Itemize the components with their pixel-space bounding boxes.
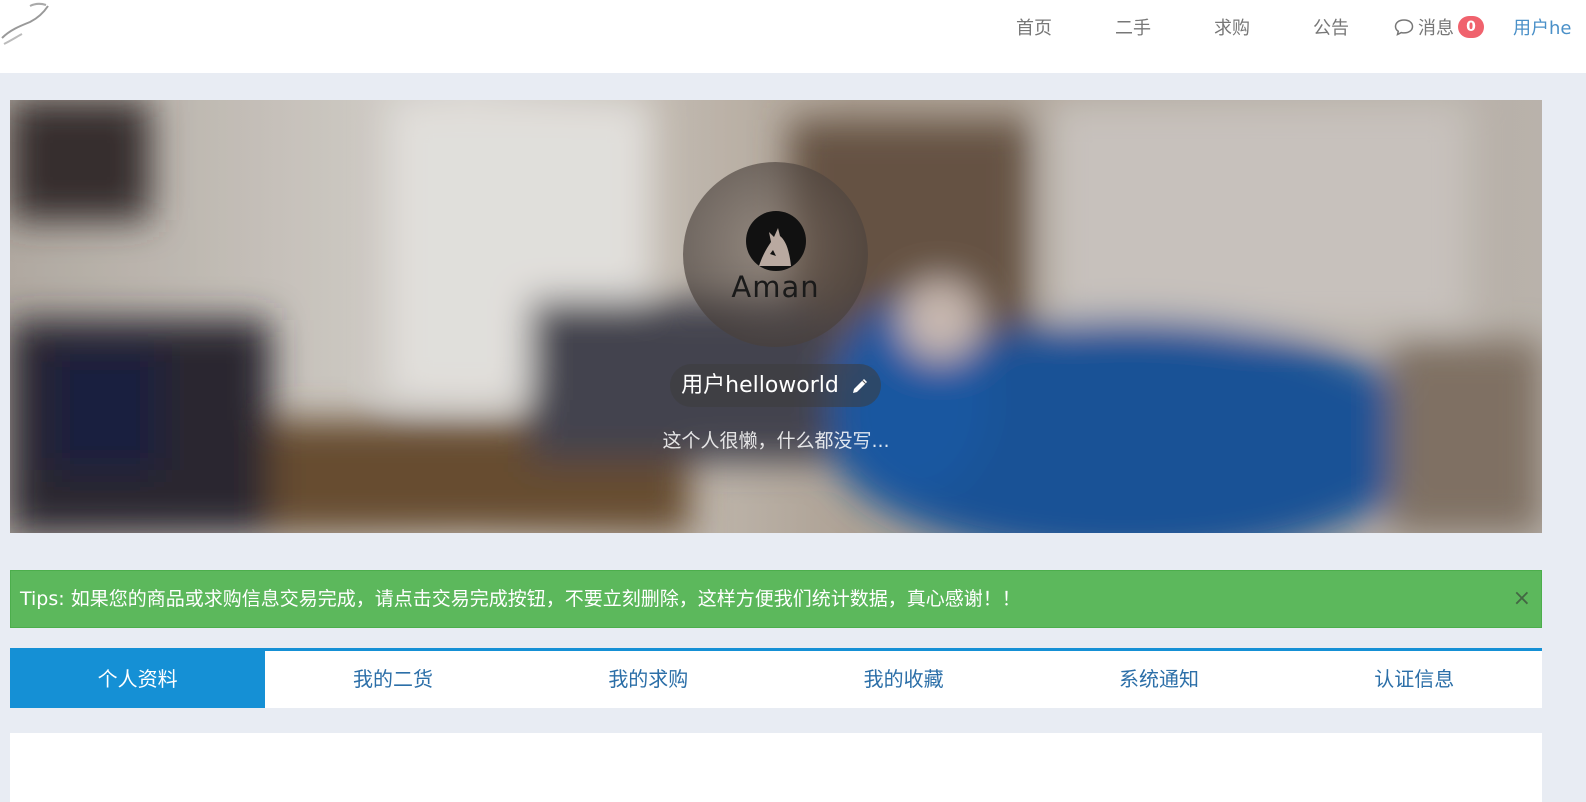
tab-system-notices[interactable]: 系统通知	[1031, 651, 1286, 708]
profile-tabs: 个人资料 我的二货 我的求购 我的收藏 系统通知 认证信息	[10, 648, 1542, 708]
user-avatar[interactable]: Aman	[683, 162, 868, 347]
nav-messages-label: 消息	[1418, 18, 1454, 39]
message-count-badge: 0	[1458, 16, 1484, 38]
edit-pencil-icon[interactable]	[850, 376, 870, 396]
user-bio: 这个人很懒，什么都没写...	[662, 430, 890, 452]
nav-user[interactable]: 用户he	[1513, 14, 1571, 40]
tab-content-panel	[10, 733, 1542, 802]
username-pill[interactable]: 用户helloworld	[670, 364, 881, 407]
tab-my-items[interactable]: 我的二货	[265, 651, 520, 708]
username: 用户helloworld	[681, 373, 839, 398]
nav-wanted[interactable]: 求购	[1214, 14, 1250, 40]
tab-my-favorites[interactable]: 我的收藏	[776, 651, 1031, 708]
wolf-logo-icon	[746, 211, 806, 271]
chat-bubble-icon	[1394, 19, 1414, 36]
avatar-brand-text: Aman	[731, 270, 820, 304]
tab-my-wanted[interactable]: 我的求购	[521, 651, 776, 708]
close-icon[interactable]: ×	[1513, 571, 1531, 627]
nav-secondhand[interactable]: 二手	[1115, 14, 1151, 40]
tips-alert: Tips: 如果您的商品或求购信息交易完成，请点击交易完成按钮，不要立刻删除，这…	[10, 570, 1542, 628]
top-navbar: 首页 二手 求购 公告 消息 0 用户he	[0, 0, 1586, 73]
tab-profile[interactable]: 个人资料	[10, 651, 266, 708]
nav-home[interactable]: 首页	[1016, 14, 1052, 40]
nav-notice[interactable]: 公告	[1313, 14, 1349, 40]
tips-text: Tips: 如果您的商品或求购信息交易完成，请点击交易完成按钮，不要立刻删除，这…	[20, 588, 1021, 610]
nav-messages[interactable]: 消息 0	[1394, 14, 1484, 40]
logo-icon[interactable]	[0, 0, 52, 48]
profile-banner: Aman 用户helloworld 这个人很懒，什么都没写...	[10, 100, 1542, 533]
tab-verification[interactable]: 认证信息	[1287, 651, 1542, 708]
